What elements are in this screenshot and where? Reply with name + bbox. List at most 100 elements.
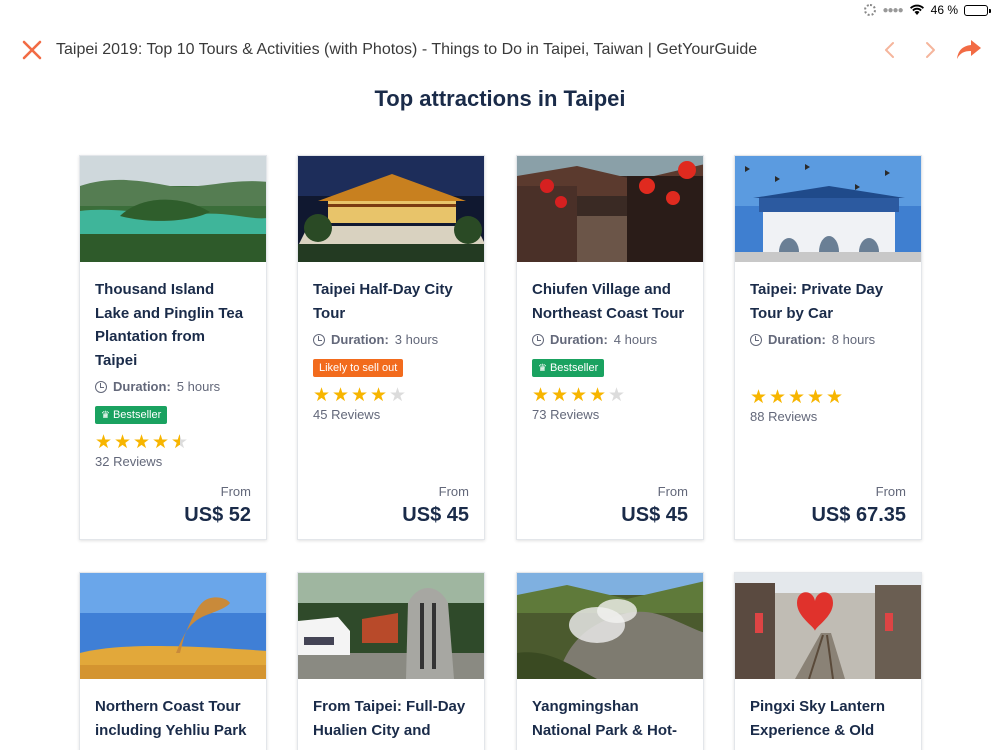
section-title: Top attractions in Taipei	[374, 86, 626, 111]
tour-title: Pingxi Sky Lantern Experience & Old	[750, 698, 886, 739]
chevron-right-icon	[926, 42, 935, 58]
star-icon: ★	[370, 385, 388, 406]
likely-to-sell-out-badge: Likely to sell out	[313, 359, 404, 377]
star-icon: ★	[332, 385, 350, 406]
tour-duration: Duration: 4 hours	[532, 332, 688, 347]
back-button[interactable]	[878, 38, 902, 62]
tour-card[interactable]: Northern Coast Tour including Yehliu Par…	[79, 572, 267, 750]
tour-title: From Taipei: Full-Day Hualien City and	[313, 698, 466, 739]
duration-value: 4 hours	[613, 332, 658, 347]
clock-icon	[313, 333, 325, 346]
star-icon: ★	[788, 387, 806, 408]
bestseller-badge: ♛ Bestseller	[532, 359, 605, 377]
star-icon: ★	[769, 387, 787, 408]
review-count: 45 Reviews	[313, 407, 381, 422]
tour-price: US$ 45	[621, 504, 688, 526]
tour-image	[735, 156, 921, 262]
status-bar: ●●●● 46 %	[0, 0, 1000, 22]
tour-card[interactable]: From Taipei: Full-Day Hualien City and	[297, 572, 485, 750]
star-icon: ★	[133, 432, 151, 453]
tour-duration: Duration: 3 hours	[313, 332, 469, 347]
crown-icon: ♛	[538, 363, 547, 374]
tour-image	[735, 573, 921, 679]
duration-label: Duration:	[550, 332, 608, 347]
empty-star-icon: ★	[608, 385, 626, 406]
status-indicators: ●●●● 46 %	[864, 3, 991, 17]
star-icon: ★	[114, 432, 132, 453]
tour-card[interactable]: Thousand Island Lake and Pinglin Tea Pla…	[79, 155, 267, 540]
tour-title: Thousand Island Lake and Pinglin Tea Pla…	[95, 281, 244, 369]
tour-image	[298, 573, 484, 679]
price-from-label: From	[220, 484, 251, 499]
duration-label: Duration:	[331, 332, 389, 347]
tour-title: Taipei Half-Day City Tour	[313, 281, 453, 322]
tour-card[interactable]: Pingxi Sky Lantern Experience & Old	[734, 572, 922, 750]
tour-price: US$ 67.35	[811, 504, 906, 526]
duration-value: 3 hours	[394, 332, 439, 347]
review-count: 88 Reviews	[750, 409, 818, 424]
share-button[interactable]	[954, 36, 984, 64]
tour-title: Taipei: Private Day Tour by Car	[750, 281, 884, 322]
signal-icon: ●●●●	[882, 4, 903, 16]
star-rating: ★ ★ ★ ★ ★★	[95, 432, 251, 454]
duration-label: Duration:	[113, 379, 171, 394]
star-icon: ★	[152, 432, 170, 453]
browser-toolbar: Taipei 2019: Top 10 Tours & Activities (…	[0, 28, 1000, 72]
page-title: Taipei 2019: Top 10 Tours & Activities (…	[56, 41, 758, 58]
tour-card[interactable]: Taipei Half-Day City Tour Duration: 3 ho…	[297, 155, 485, 540]
tour-card[interactable]: Yangmingshan National Park & Hot-	[516, 572, 704, 750]
star-icon: ★	[551, 385, 569, 406]
duration-label: Duration:	[768, 332, 826, 347]
star-icon: ★	[313, 385, 331, 406]
tour-image	[298, 156, 484, 262]
tour-title: Yangmingshan National Park & Hot-	[532, 698, 678, 739]
bestseller-badge: ♛ Bestseller	[95, 406, 168, 424]
duration-value: 5 hours	[176, 379, 221, 394]
badge-label: Bestseller	[112, 409, 162, 421]
crown-icon: ♛	[101, 410, 110, 421]
star-rating: ★ ★ ★ ★ ★	[532, 385, 688, 407]
clock-icon	[95, 380, 107, 393]
star-icon: ★	[95, 432, 113, 453]
duration-value: 8 hours	[831, 332, 876, 347]
tour-title: Northern Coast Tour including Yehliu Par…	[95, 698, 247, 739]
star-icon: ★	[750, 387, 768, 408]
tour-image	[517, 156, 703, 262]
chevron-left-icon	[885, 42, 894, 58]
price-from-label: From	[438, 484, 469, 499]
star-icon: ★	[570, 385, 588, 406]
tour-image	[80, 156, 266, 262]
tour-image	[80, 573, 266, 679]
review-count: 32 Reviews	[95, 454, 163, 469]
tour-title: Chiufen Village and Northeast Coast Tour	[532, 281, 685, 322]
badge-label: Bestseller	[549, 362, 599, 374]
forward-button[interactable]	[918, 38, 942, 62]
tour-duration: Duration: 5 hours	[95, 379, 251, 394]
close-button[interactable]	[20, 38, 44, 62]
share-arrow-icon	[957, 40, 981, 59]
clock-icon	[750, 333, 762, 346]
close-icon	[22, 40, 42, 60]
clock-icon	[532, 333, 544, 346]
battery-icon	[964, 4, 991, 16]
tour-image	[517, 573, 703, 679]
tour-price: US$ 45	[402, 504, 469, 526]
star-icon: ★	[532, 385, 550, 406]
battery-percent: 46 %	[930, 3, 958, 17]
half-star-icon: ★★	[171, 432, 189, 453]
activity-spinner-icon	[864, 4, 877, 16]
star-icon: ★	[826, 387, 844, 408]
tour-price: US$ 52	[184, 504, 251, 526]
price-from-label: From	[657, 484, 688, 499]
star-icon: ★	[351, 385, 369, 406]
tour-card[interactable]: Chiufen Village and Northeast Coast Tour…	[516, 155, 704, 540]
star-rating: ★ ★ ★ ★ ★	[750, 387, 906, 409]
star-rating: ★ ★ ★ ★ ★	[313, 385, 469, 407]
empty-star-icon: ★	[389, 385, 407, 406]
price-from-label: From	[875, 484, 906, 499]
review-count: 73 Reviews	[532, 407, 600, 422]
tour-card[interactable]: Taipei: Private Day Tour by Car Duration…	[734, 155, 922, 540]
tour-duration: Duration: 8 hours	[750, 332, 906, 347]
star-icon: ★	[589, 385, 607, 406]
wifi-icon	[909, 4, 925, 16]
